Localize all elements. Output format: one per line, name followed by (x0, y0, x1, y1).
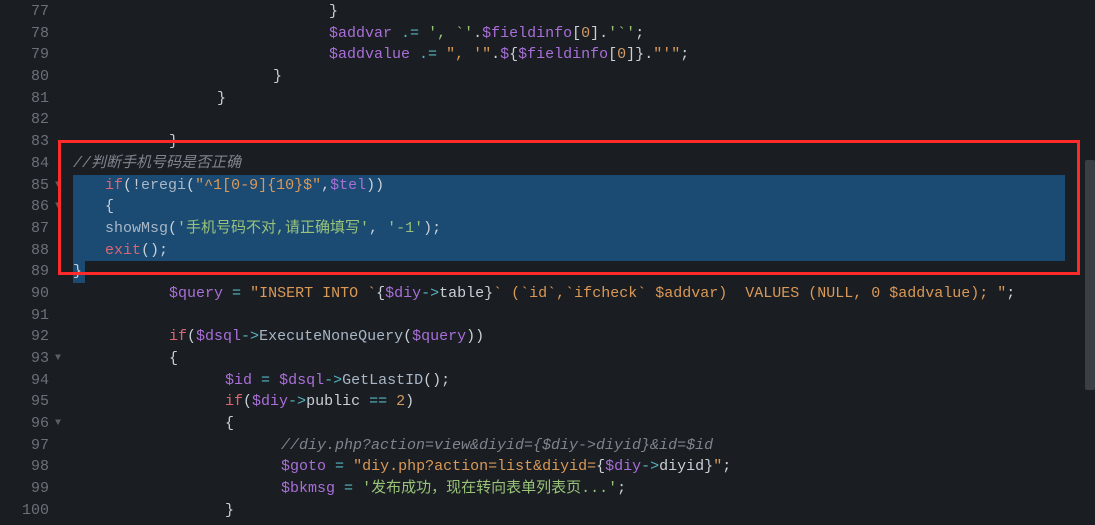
line-number: 96 (0, 413, 49, 435)
fold-marker[interactable] (55, 435, 73, 457)
fold-marker[interactable] (55, 240, 73, 262)
fold-marker[interactable] (55, 326, 73, 348)
fold-marker[interactable]: ▼ (55, 175, 73, 197)
code-line[interactable]: $addvalue .= ", '".${$fieldinfo[0]}."'"; (73, 44, 1095, 66)
fold-marker[interactable] (55, 478, 73, 500)
fold-marker[interactable] (55, 456, 73, 478)
line-number: 99 (0, 478, 49, 500)
selection-bg (73, 196, 1065, 218)
code-line[interactable]: $addvar .= ', `'.$fieldinfo[0].'`'; (73, 23, 1095, 45)
code-line[interactable]: } (73, 261, 1095, 283)
fold-marker[interactable] (55, 305, 73, 327)
fold-marker[interactable] (55, 500, 73, 522)
code-line[interactable]: } (73, 131, 1095, 153)
code-line[interactable]: } (73, 88, 1095, 110)
line-number: 94 (0, 370, 49, 392)
code-line[interactable] (73, 305, 1095, 327)
line-number: 98 (0, 456, 49, 478)
line-number: 88 (0, 240, 49, 262)
fold-marker[interactable] (55, 23, 73, 45)
line-number: 84 (0, 153, 49, 175)
fold-marker[interactable] (55, 370, 73, 392)
line-number: 87 (0, 218, 49, 240)
code-line[interactable]: { (73, 348, 1095, 370)
code-line[interactable] (73, 109, 1095, 131)
code-line[interactable]: //判断手机号码是否正确 (73, 153, 1095, 175)
fold-marker[interactable] (55, 131, 73, 153)
code-line[interactable]: } (73, 66, 1095, 88)
line-number: 85 (0, 175, 49, 197)
line-number: 79 (0, 44, 49, 66)
fold-marker[interactable] (55, 88, 73, 110)
fold-marker[interactable]: ▼ (55, 413, 73, 435)
line-number: 82 (0, 109, 49, 131)
code-line[interactable]: $goto = "diy.php?action=list&diyid={$diy… (73, 456, 1095, 478)
code-line[interactable]: showMsg('手机号码不对,请正确填写', '-1'); (73, 218, 1095, 240)
line-number: 91 (0, 305, 49, 327)
fold-marker[interactable] (55, 391, 73, 413)
line-number: 78 (0, 23, 49, 45)
fold-column[interactable]: ▼▼▼▼ (55, 0, 73, 525)
fold-marker[interactable] (55, 1, 73, 23)
fold-marker[interactable] (55, 66, 73, 88)
line-number: 81 (0, 88, 49, 110)
line-number: 95 (0, 391, 49, 413)
line-number: 93 (0, 348, 49, 370)
code-line[interactable]: if($dsql->ExecuteNoneQuery($query)) (73, 326, 1095, 348)
code-line[interactable]: //diy.php?action=view&diyid={$diy->diyid… (73, 435, 1095, 457)
code-line[interactable]: } (73, 500, 1095, 522)
line-number: 97 (0, 435, 49, 457)
code-line[interactable]: $query = "INSERT INTO `{$diy->table}` (`… (73, 283, 1095, 305)
line-number: 92 (0, 326, 49, 348)
code-line[interactable]: } (73, 1, 1095, 23)
line-number: 77 (0, 1, 49, 23)
code-line[interactable]: if($diy->public == 2) (73, 391, 1095, 413)
code-line[interactable]: $bkmsg = '发布成功，现在转向表单列表页...'; (73, 478, 1095, 500)
code-line[interactable]: { (73, 196, 1095, 218)
line-number: 89 (0, 261, 49, 283)
line-number: 100 (0, 500, 49, 522)
code-area[interactable]: }$addvar .= ', `'.$fieldinfo[0].'`';$add… (73, 0, 1095, 525)
fold-marker[interactable] (55, 218, 73, 240)
line-number: 86 (0, 196, 49, 218)
fold-marker[interactable] (55, 261, 73, 283)
fold-marker[interactable]: ▼ (55, 196, 73, 218)
fold-marker[interactable] (55, 153, 73, 175)
selection-bg (73, 240, 1065, 262)
line-number: 83 (0, 131, 49, 153)
vertical-scrollbar[interactable] (1083, 0, 1095, 525)
scrollbar-thumb[interactable] (1085, 160, 1095, 390)
fold-marker[interactable] (55, 283, 73, 305)
code-line[interactable]: { (73, 413, 1095, 435)
line-number-gutter: 7778798081828384858687888990919293949596… (0, 0, 55, 525)
code-editor[interactable]: 7778798081828384858687888990919293949596… (0, 0, 1095, 525)
fold-marker[interactable] (55, 109, 73, 131)
code-line[interactable]: if(!eregi("^1[0-9]{10}$",$tel)) (73, 175, 1095, 197)
line-number: 90 (0, 283, 49, 305)
fold-marker[interactable] (55, 44, 73, 66)
line-number: 80 (0, 66, 49, 88)
fold-marker[interactable]: ▼ (55, 348, 73, 370)
code-line[interactable]: $id = $dsql->GetLastID(); (73, 370, 1095, 392)
code-line[interactable]: exit(); (73, 240, 1095, 262)
